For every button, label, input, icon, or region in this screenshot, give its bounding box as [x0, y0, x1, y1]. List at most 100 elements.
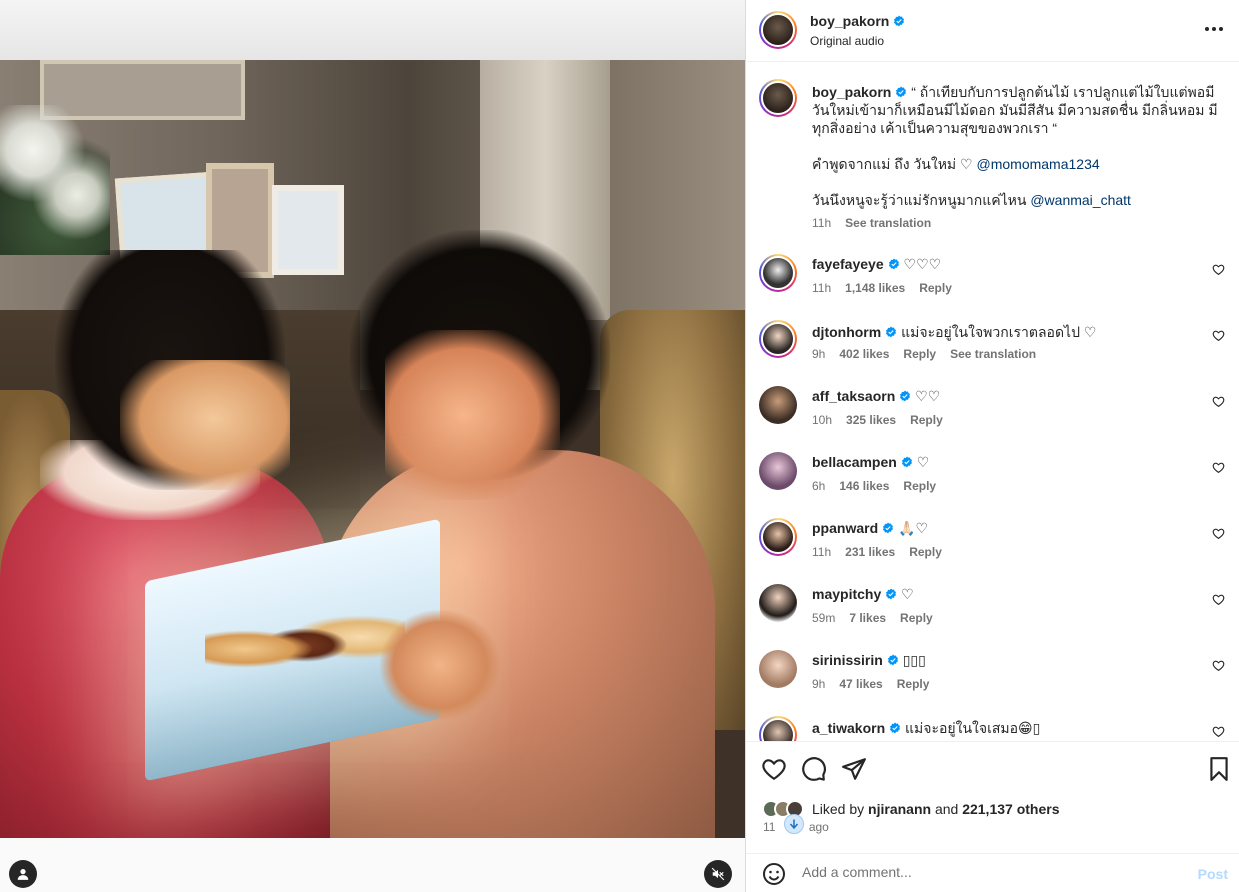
see-translation-link[interactable]: See translation [950, 347, 1036, 361]
comment-likes[interactable]: 146 likes [839, 479, 889, 493]
comment-likes[interactable]: 402 likes [839, 347, 889, 361]
liked-by-prefix: Liked by [812, 801, 865, 817]
scene-cakes [205, 605, 405, 685]
comment-time[interactable]: 11h [812, 281, 831, 295]
comment-bubble-icon[interactable] [801, 756, 827, 782]
comment-time[interactable]: 11h [812, 545, 831, 559]
mention-link[interactable]: @wanmai_chatt [1030, 192, 1131, 208]
comment-text: แม่จะอยู่ในใจเสมอ😁▯ [905, 720, 1041, 736]
comment-username[interactable]: sirinissirin [812, 652, 883, 668]
comment-meta: 59m 7 likes Reply [812, 611, 947, 625]
comment-username[interactable]: maypitchy [812, 586, 881, 602]
verified-badge-icon [888, 258, 899, 270]
paper-plane-icon[interactable] [841, 756, 867, 782]
comment-username[interactable]: bellacampen [812, 454, 897, 470]
reply-button[interactable]: Reply [919, 281, 952, 295]
more-options-button[interactable] [1202, 19, 1226, 39]
reply-button[interactable]: Reply [903, 479, 936, 493]
comment-time[interactable]: 6h [812, 479, 825, 493]
reply-button[interactable]: Reply [903, 347, 936, 361]
comment-username[interactable]: aff_taksaorn [812, 388, 895, 404]
reply-button[interactable]: Reply [900, 611, 933, 625]
comment-likes[interactable]: 325 likes [846, 413, 896, 427]
reply-button[interactable]: Reply [910, 413, 943, 427]
caption-username[interactable]: boy_pakorn [812, 84, 891, 100]
caption-time[interactable]: 11h [812, 216, 831, 230]
comment-username[interactable]: a_tiwakorn [812, 720, 885, 736]
comment-item: maypitchy ♡ 59m 7 likes Reply [759, 584, 1229, 644]
comment-avatar[interactable] [759, 386, 797, 424]
comment-avatar[interactable] [759, 452, 797, 490]
audio-label[interactable]: Original audio [810, 34, 884, 48]
post-comment-button[interactable]: Post [1198, 866, 1228, 882]
comment-likes[interactable]: 231 likes [845, 545, 895, 559]
comment-meta: 11h 1,148 likes Reply [812, 281, 966, 295]
comment-likes[interactable]: 1,148 likes [845, 281, 905, 295]
comment-time[interactable]: 59m [812, 611, 835, 625]
comment-input[interactable] [802, 864, 1172, 880]
comment-avatar[interactable] [759, 518, 797, 556]
comment-line: ppanward 🙏🏻♡ [812, 520, 928, 537]
comment-avatar[interactable] [759, 320, 797, 358]
more-options-icon [1205, 27, 1209, 31]
bookmark-icon[interactable] [1206, 756, 1232, 782]
comment-item: bellacampen ♡ 6h 146 likes Reply [759, 452, 1229, 512]
comment-text: ♡♡ [915, 388, 941, 404]
reply-button[interactable]: Reply [897, 677, 930, 691]
scroll-down-button[interactable] [784, 814, 804, 834]
comment-like-heart-icon[interactable] [1212, 527, 1225, 540]
comment-avatar[interactable] [759, 716, 797, 741]
liked-by-user[interactable]: njiranann [868, 801, 931, 817]
comment-line: sirinissirin ▯▯▯ [812, 652, 926, 669]
user-tags-button[interactable] [9, 860, 37, 888]
comment-avatar[interactable] [759, 254, 797, 292]
heart-icon[interactable] [761, 756, 787, 782]
reply-button[interactable]: Reply [909, 545, 942, 559]
more-dot [1219, 27, 1223, 31]
caption-author-avatar[interactable] [759, 79, 797, 117]
comment-meta: 11h 231 likes Reply [812, 545, 956, 559]
comment-username[interactable]: ppanward [812, 520, 878, 536]
likes-count[interactable]: 221,137 others [962, 801, 1059, 817]
likes-summary[interactable]: Liked by njiranann and 221,137 others [812, 801, 1060, 817]
verified-badge-icon [887, 654, 898, 666]
verified-badge-icon [900, 390, 911, 402]
comments-scroll-area[interactable]: boy_pakorn “ ถ้าเทียบกับการปลูกต้นไม้ เร… [746, 63, 1239, 741]
scene-hands [380, 610, 500, 720]
scene-flowers [0, 105, 110, 255]
comment-username[interactable]: fayefayeye [812, 256, 884, 272]
comment-avatar[interactable] [759, 584, 797, 622]
caption-line-3-text: วันนึงหนูจะรู้ว่าแม่รักหนูมากแค่ไหน [812, 192, 1027, 208]
mention-link[interactable]: @momomama1234 [977, 156, 1100, 172]
mute-button[interactable] [704, 860, 732, 888]
comment-like-heart-icon[interactable] [1212, 461, 1225, 474]
emoji-icon[interactable] [762, 862, 786, 886]
verified-badge-icon [886, 326, 897, 338]
comment-like-heart-icon[interactable] [1212, 659, 1225, 672]
comment-like-heart-icon[interactable] [1212, 263, 1225, 276]
comment-time[interactable]: 10h [812, 413, 832, 427]
comment-time[interactable]: 9h [812, 677, 825, 691]
post-media[interactable] [0, 0, 745, 892]
video-frame[interactable] [0, 60, 745, 838]
comment-text: ♡ [916, 454, 930, 470]
author-avatar[interactable] [759, 11, 797, 49]
comment-time[interactable]: 9h [812, 347, 825, 361]
see-translation-link[interactable]: See translation [845, 216, 931, 230]
comment-like-heart-icon[interactable] [1212, 593, 1225, 606]
comment-line: bellacampen ♡ [812, 454, 929, 471]
comment-meta: 9h 402 likes Reply See translation [812, 347, 1050, 361]
scene-woman-face [385, 330, 560, 500]
comment-like-heart-icon[interactable] [1212, 725, 1225, 738]
comment-username[interactable]: djtonhorm [812, 324, 881, 340]
comment-like-heart-icon[interactable] [1212, 329, 1225, 342]
comment-likes[interactable]: 7 likes [849, 611, 886, 625]
caption-line-2-text: คำพูดจากแม่ ถึง วันใหม่ ♡ [812, 156, 973, 172]
comment-avatar[interactable] [759, 650, 797, 688]
comment-like-heart-icon[interactable] [1212, 395, 1225, 408]
comment-likes[interactable]: 47 likes [839, 677, 882, 691]
verified-badge-icon [894, 15, 905, 27]
caption-meta: 11h See translation [812, 214, 1227, 232]
author-username[interactable]: boy_pakorn [810, 13, 905, 29]
comment-meta: 6h 146 likes Reply [812, 479, 950, 493]
